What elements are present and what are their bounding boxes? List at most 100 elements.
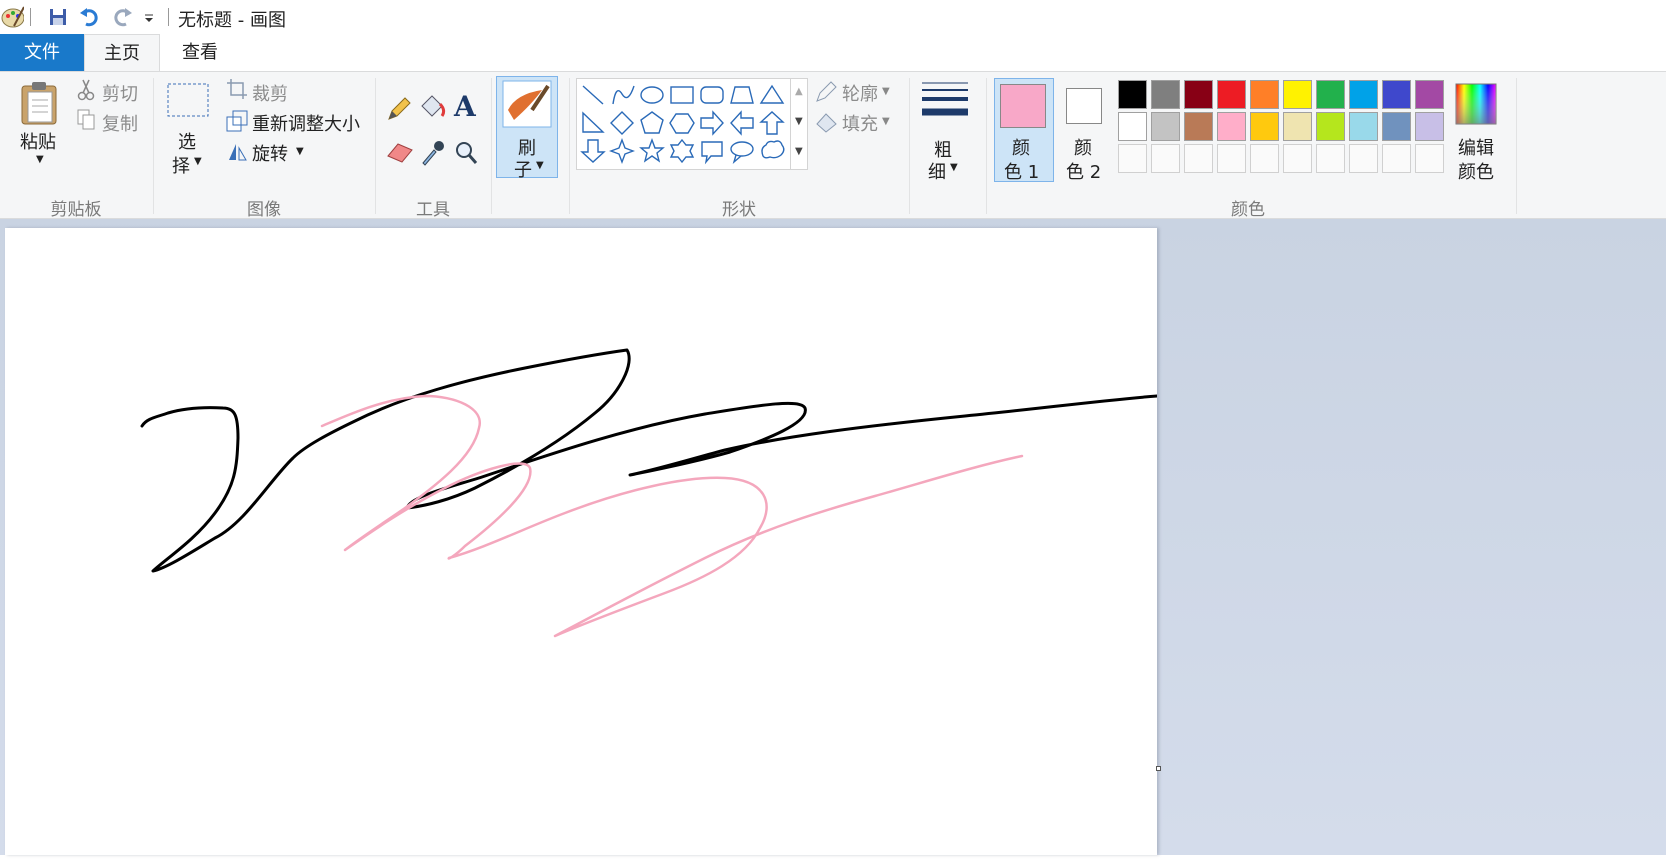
paint-app-icon[interactable]	[0, 4, 24, 28]
color1-swatch	[1000, 84, 1046, 128]
shapes-scroll-up-icon[interactable]: ▲	[795, 86, 803, 97]
palette-swatch[interactable]	[1283, 112, 1312, 141]
palette-swatch[interactable]	[1217, 80, 1246, 109]
edit-colors-icon[interactable]	[1454, 82, 1498, 126]
color-picker-icon[interactable]	[420, 138, 446, 166]
save-icon[interactable]	[46, 5, 70, 29]
shapes-group-label: 形状	[722, 200, 756, 220]
palette-swatch[interactable]	[1151, 112, 1180, 141]
tab-view[interactable]: 查看	[168, 34, 232, 71]
rotate-dropdown-icon[interactable]: ▼	[296, 146, 304, 157]
group-divider	[1516, 78, 1517, 214]
group-divider	[491, 78, 492, 214]
palette-swatch[interactable]	[1184, 80, 1213, 109]
brushes-label-line2[interactable]: 子	[514, 156, 532, 182]
palette-custom-slot[interactable]	[1316, 144, 1345, 173]
tools-group-label: 工具	[416, 200, 450, 220]
cloud-callout-shape-icon	[761, 140, 785, 159]
rounded-callout-shape-icon	[701, 141, 723, 165]
palette-swatch[interactable]	[1118, 80, 1147, 109]
crop-icon	[227, 79, 247, 99]
palette-swatch[interactable]	[1415, 80, 1444, 109]
rounded-rectangle-shape-icon	[700, 86, 724, 104]
right-arrow-shape-icon	[700, 110, 724, 136]
paste-button[interactable]: 粘贴	[20, 128, 56, 154]
palette-custom-slot[interactable]	[1250, 144, 1279, 173]
copy-button[interactable]: 复制	[102, 110, 138, 136]
palette-custom-slot[interactable]	[1283, 144, 1312, 173]
color2-label-line2[interactable]: 色 2	[1066, 158, 1101, 184]
rectangle-shape-icon	[670, 86, 694, 104]
tab-home[interactable]: 主页	[84, 34, 160, 71]
select-label-line1[interactable]: 选	[178, 128, 196, 154]
color1-label-line2: 色 1	[1004, 162, 1040, 183]
pencil-icon[interactable]	[386, 96, 412, 122]
palette-swatch[interactable]	[1316, 80, 1345, 109]
undo-icon[interactable]	[78, 5, 102, 29]
fill-button[interactable]: 填充	[842, 110, 878, 136]
copy-icon	[77, 109, 95, 130]
size-icon[interactable]	[920, 80, 970, 122]
color2-swatch[interactable]	[1066, 88, 1102, 124]
edit-colors-label-line2[interactable]: 颜色	[1458, 158, 1494, 184]
fill-icon	[816, 113, 837, 133]
fill-dropdown-icon[interactable]: ▼	[882, 116, 890, 127]
six-point-star-shape-icon	[669, 138, 695, 164]
crop-button[interactable]: 裁剪	[252, 80, 288, 106]
select-dropdown-icon[interactable]: ▼	[194, 156, 202, 167]
outline-dropdown-icon[interactable]: ▼	[882, 86, 890, 97]
palette-swatch[interactable]	[1118, 112, 1147, 141]
tab-file[interactable]: 文件	[0, 34, 84, 71]
redo-icon[interactable]	[110, 5, 134, 29]
palette-custom-slot[interactable]	[1382, 144, 1411, 173]
title-separator	[168, 8, 169, 26]
palette-swatch[interactable]	[1283, 80, 1312, 109]
palette-swatch[interactable]	[1349, 80, 1378, 109]
size-label-line2[interactable]: 细	[928, 158, 946, 184]
shapes-expand-icon[interactable]: ▼	[795, 146, 803, 157]
palette-swatch[interactable]	[1217, 112, 1246, 141]
canvas-drawing	[140, 348, 1159, 638]
color2-label-line1[interactable]: 颜	[1074, 134, 1092, 160]
palette-swatch[interactable]	[1250, 112, 1279, 141]
size-dropdown-icon[interactable]: ▼	[950, 162, 958, 173]
palette-custom-slot[interactable]	[1184, 144, 1213, 173]
shapes-scroll-down-icon[interactable]: ▼	[795, 116, 803, 127]
select-label-line2[interactable]: 择	[172, 152, 190, 178]
resize-button[interactable]: 重新调整大小	[252, 110, 360, 136]
palette-custom-slot[interactable]	[1151, 144, 1180, 173]
edit-colors-label-line1[interactable]: 编辑	[1458, 134, 1494, 160]
scissors-icon	[77, 79, 95, 101]
palette-swatch[interactable]	[1382, 112, 1411, 141]
customize-quick-access-icon[interactable]	[140, 5, 164, 29]
paste-dropdown-icon[interactable]: ▼	[36, 154, 44, 165]
rotate-button[interactable]: 旋转	[252, 140, 288, 166]
group-divider	[375, 78, 376, 214]
outline-button[interactable]: 轮廓	[842, 80, 878, 106]
palette-swatch[interactable]	[1184, 112, 1213, 141]
palette-swatch[interactable]	[1151, 80, 1180, 109]
drawing-canvas[interactable]	[5, 228, 1159, 855]
palette-swatch[interactable]	[1382, 80, 1411, 109]
brushes-dropdown-icon[interactable]: ▼	[536, 160, 544, 171]
canvas-workspace	[0, 219, 1666, 855]
palette-swatch[interactable]	[1316, 112, 1345, 141]
select-icon[interactable]	[166, 82, 210, 118]
palette-swatch[interactable]	[1250, 80, 1279, 109]
outline-icon	[816, 81, 837, 102]
eraser-icon[interactable]	[386, 140, 414, 164]
fill-bucket-icon[interactable]	[418, 92, 448, 120]
palette-custom-slot[interactable]	[1349, 144, 1378, 173]
palette-swatch[interactable]	[1349, 112, 1378, 141]
magnifier-icon[interactable]	[454, 140, 478, 166]
palette-custom-slot[interactable]	[1217, 144, 1246, 173]
cut-button[interactable]: 剪切	[102, 80, 138, 106]
title-bar: 无标题 - 画图	[0, 0, 1666, 34]
palette-custom-slot[interactable]	[1118, 144, 1147, 173]
canvas-resize-handle[interactable]	[1156, 766, 1161, 771]
palette-swatch[interactable]	[1415, 112, 1444, 141]
text-tool-icon[interactable]: A	[454, 90, 476, 123]
paste-icon[interactable]	[18, 80, 62, 126]
ribbon: 粘贴 ▼ 剪切 复制 剪贴板 选 择 ▼ 裁剪 重新调整大小 旋转 ▼ 图像 A	[0, 71, 1666, 220]
palette-custom-slot[interactable]	[1415, 144, 1444, 173]
